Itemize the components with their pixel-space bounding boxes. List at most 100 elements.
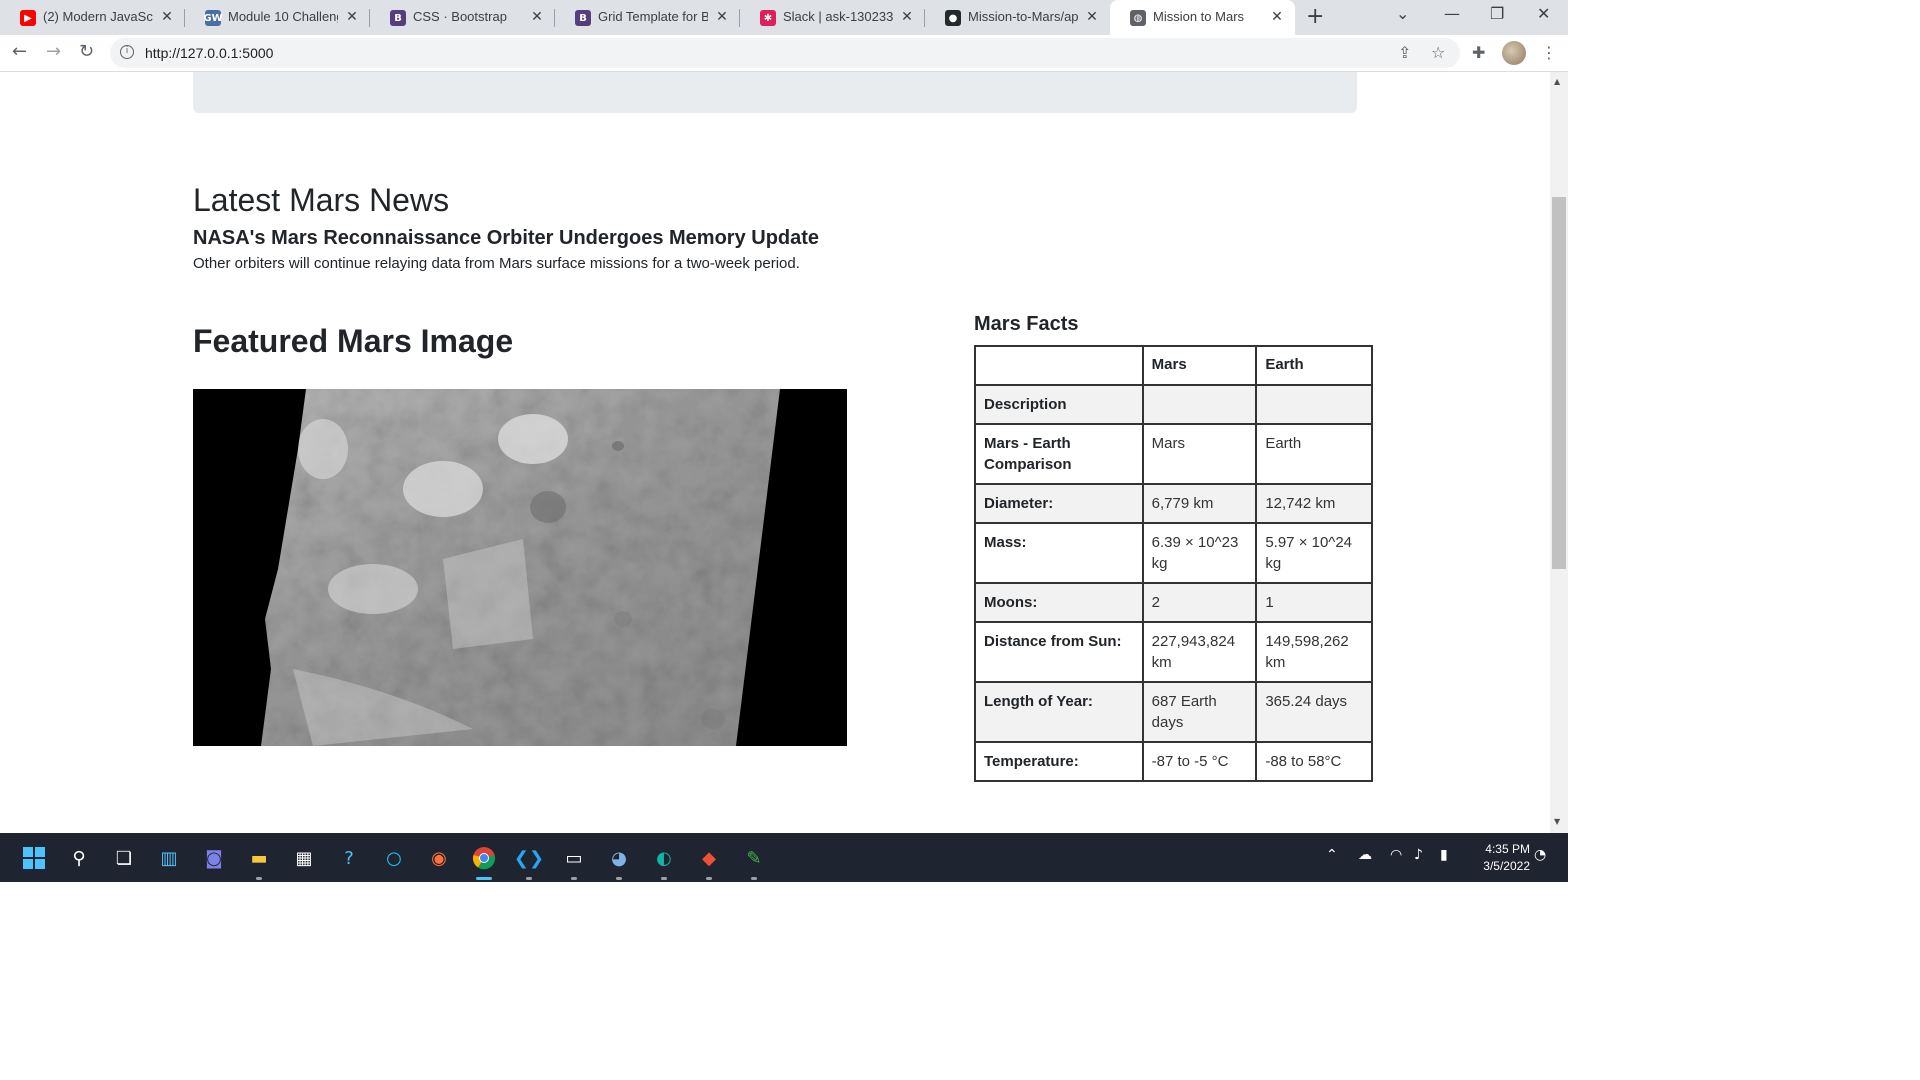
- table-cell: -87 to -5 °C: [1141, 741, 1258, 782]
- close-tab-icon[interactable]: ✕: [529, 8, 545, 26]
- browser-menu-icon[interactable]: ⋮: [1541, 43, 1557, 62]
- anaconda-icon[interactable]: ◕: [606, 845, 632, 871]
- clock-date: 3/5/2022: [1483, 859, 1530, 873]
- scrollbar-thumb[interactable]: [1552, 197, 1566, 569]
- news-title: NASA's Mars Reconnaissance Orbiter Under…: [193, 227, 820, 249]
- table-header-cell: [974, 345, 1144, 386]
- terminal-icon[interactable]: ▭: [561, 845, 587, 871]
- row-header-cell: Description: [974, 384, 1144, 425]
- close-tab-icon[interactable]: ✕: [899, 8, 915, 26]
- extensions-icon[interactable]: ✚: [1472, 43, 1485, 62]
- row-header-cell: Distance from Sun:: [974, 621, 1144, 683]
- site-info-icon[interactable]: i: [120, 45, 134, 59]
- browser-tab[interactable]: ● Mission-to-Mars/app ✕: [925, 0, 1110, 35]
- table-cell: Earth: [1255, 423, 1373, 485]
- running-indicator: [526, 877, 532, 880]
- clock-time: 4:35 PM: [1485, 842, 1530, 856]
- tab-search-icon[interactable]: ⌄: [1396, 4, 1409, 23]
- browser-tab[interactable]: GW Module 10 Challenge ✕: [185, 0, 370, 35]
- browser-tab[interactable]: ✱ Slack | ask-130233 | G ✕: [740, 0, 925, 35]
- browser-tab[interactable]: ◍ Mission to Mars ✕: [1110, 0, 1295, 35]
- mars-facts-table: Mars Earth Description Mars - Earth Compa…: [974, 345, 1373, 782]
- new-tab-button[interactable]: +: [1306, 4, 1324, 29]
- table-header-row: Mars Earth: [974, 345, 1373, 386]
- featured-mars-image: [193, 389, 847, 746]
- search-icon[interactable]: ⚲: [66, 845, 92, 871]
- close-tab-icon[interactable]: ✕: [1084, 8, 1100, 26]
- browser-tab[interactable]: B CSS · Bootstrap ✕: [370, 0, 555, 35]
- forward-icon[interactable]: →: [46, 41, 61, 62]
- windows-start-icon[interactable]: [21, 845, 47, 871]
- close-tab-icon[interactable]: ✕: [159, 8, 175, 26]
- chrome-icon[interactable]: [471, 845, 497, 871]
- share-icon[interactable]: ⇪: [1398, 43, 1411, 62]
- featured-image-heading: Featured Mars Image: [193, 323, 514, 359]
- page-scrollbar[interactable]: ▲ ▼: [1550, 72, 1568, 833]
- system-clock[interactable]: 4:35 PM 3/5/2022: [1470, 841, 1530, 875]
- scroll-down-arrow-icon[interactable]: ▼: [1554, 817, 1560, 826]
- bookmark-star-icon[interactable]: ☆: [1431, 43, 1445, 62]
- cortana-icon[interactable]: ○: [381, 845, 407, 871]
- table-row: Mass: 6.39 × 10^23 kg 5.97 × 10^24 kg: [974, 522, 1373, 584]
- jumbotron: [193, 72, 1357, 113]
- minimize-icon[interactable]: —: [1444, 4, 1460, 23]
- teams-chat-icon[interactable]: ◙: [201, 845, 227, 871]
- windows-taskbar: ⚲ ❏ ▥ ◙ ▬ ▦ ? ○ ◉ ❮❯ ▭ ◕ ◐ ◆ ✎ ⌃ ☁ ◠ ♪ ▮…: [0, 833, 1568, 882]
- close-tab-icon[interactable]: ✕: [1269, 8, 1285, 26]
- table-row: Temperature: -87 to -5 °C -88 to 58°C: [974, 741, 1373, 782]
- table-header-cell: Earth: [1255, 345, 1373, 386]
- task-view-icon[interactable]: ❏: [111, 845, 137, 871]
- table-row: Mars - Earth Comparison Mars Earth: [974, 423, 1373, 485]
- wifi-icon[interactable]: ◠: [1390, 847, 1402, 863]
- close-window-icon[interactable]: ✕: [1537, 4, 1550, 23]
- table-cell: 12,742 km: [1255, 483, 1373, 524]
- url-text[interactable]: http://127.0.0.1:5000: [145, 45, 273, 61]
- running-indicator: [571, 877, 577, 880]
- tab-title: (2) Modern JavaScript: [43, 9, 153, 24]
- news-heading: Latest Mars News: [193, 182, 450, 218]
- tab-title: CSS · Bootstrap: [413, 9, 507, 24]
- close-tab-icon[interactable]: ✕: [344, 8, 360, 26]
- onedrive-icon[interactable]: ☁: [1358, 847, 1372, 863]
- address-bar[interactable]: i http://127.0.0.1:5000: [110, 38, 1460, 68]
- browser-tab[interactable]: ▶ (2) Modern JavaScript ✕: [0, 0, 185, 35]
- table-header-cell: Mars: [1141, 345, 1258, 386]
- volume-icon[interactable]: ♪: [1414, 847, 1423, 863]
- tab-title: Grid Template for Boo: [598, 9, 708, 24]
- table-row: Moons: 2 1: [974, 582, 1373, 623]
- notepad-icon[interactable]: ✎: [741, 845, 767, 871]
- battery-icon[interactable]: ▮: [1440, 847, 1448, 863]
- edge-icon[interactable]: ◐: [651, 845, 677, 871]
- reload-icon[interactable]: ↻: [79, 41, 94, 62]
- browser-tab[interactable]: B Grid Template for Boo ✕: [555, 0, 740, 35]
- notifications-icon[interactable]: ◔: [1534, 847, 1546, 863]
- table-cell: 1: [1255, 582, 1373, 623]
- show-hidden-icons-icon[interactable]: ⌃: [1326, 847, 1338, 863]
- slack-icon: ✱: [760, 10, 776, 26]
- microsoft-store-icon[interactable]: ▦: [291, 845, 317, 871]
- firefox-icon[interactable]: ◉: [426, 845, 452, 871]
- close-tab-icon[interactable]: ✕: [714, 8, 730, 26]
- running-indicator: [751, 877, 757, 880]
- restore-icon[interactable]: ❐: [1490, 4, 1504, 23]
- table-cell: 365.24 days: [1255, 681, 1373, 743]
- profile-avatar[interactable]: [1502, 41, 1526, 65]
- back-icon[interactable]: ←: [12, 41, 27, 62]
- tab-title: Slack | ask-130233 | G: [783, 9, 893, 24]
- running-indicator: [616, 877, 622, 880]
- row-header-cell: Temperature:: [974, 741, 1144, 782]
- tab-title: Module 10 Challenge: [228, 9, 338, 24]
- bootstrap-icon: B: [390, 10, 406, 26]
- help-icon[interactable]: ?: [336, 845, 362, 871]
- youtube-icon: ▶: [20, 10, 36, 26]
- git-icon[interactable]: ◆: [696, 845, 722, 871]
- scroll-up-arrow-icon[interactable]: ▲: [1554, 77, 1560, 86]
- mars-facts-heading: Mars Facts: [974, 313, 1079, 335]
- file-explorer-icon[interactable]: ▬: [246, 845, 272, 871]
- table-cell: 6,779 km: [1141, 483, 1258, 524]
- browser-toolbar: ← → ↻ i http://127.0.0.1:5000 ⇪ ☆ ✚ ⋮: [0, 35, 1568, 72]
- widgets-icon[interactable]: ▥: [156, 845, 182, 871]
- bootstrap-icon: B: [575, 10, 591, 26]
- vscode-icon[interactable]: ❮❯: [514, 845, 544, 871]
- table-cell: 687 Earth days: [1141, 681, 1258, 743]
